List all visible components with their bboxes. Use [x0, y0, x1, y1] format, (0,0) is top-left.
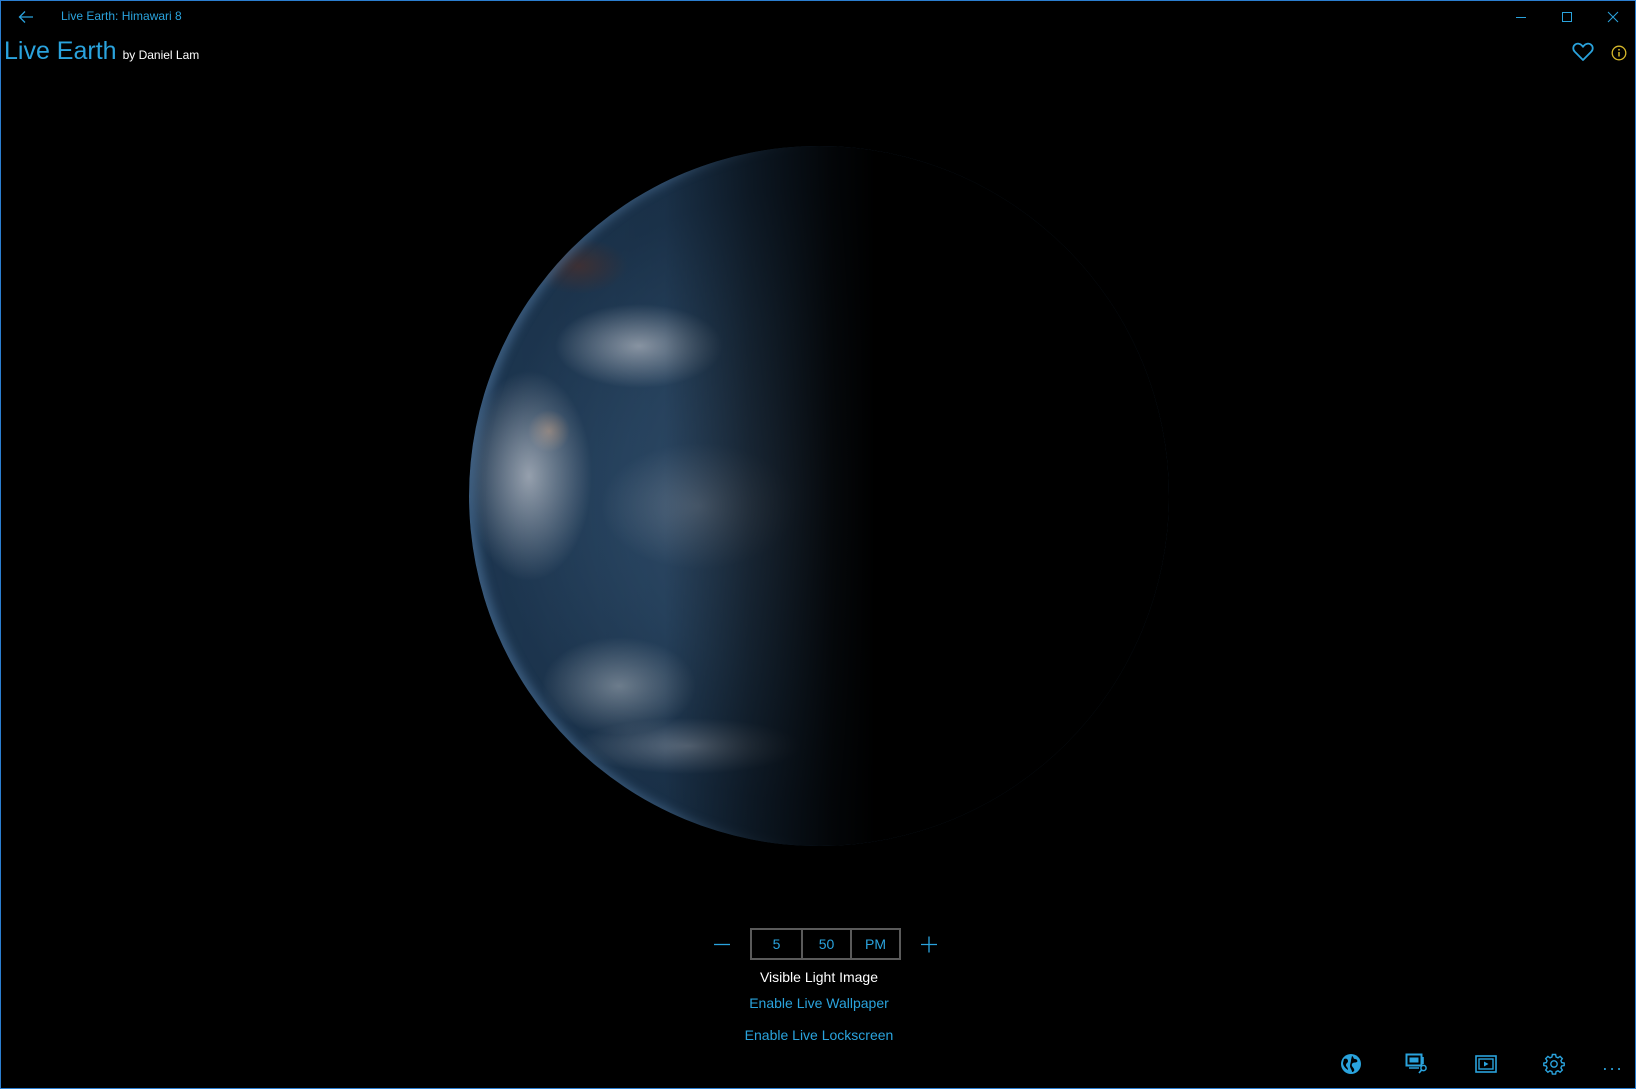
- slideshow-button[interactable]: [1470, 1048, 1502, 1080]
- app-header: Live Earth by Daniel Lam: [4, 37, 199, 66]
- enable-live-wallpaper-link[interactable]: Enable Live Wallpaper: [749, 995, 889, 1011]
- app-byline: by Daniel Lam: [122, 48, 200, 62]
- maximize-icon: [1562, 12, 1572, 22]
- hour-field[interactable]: 5: [752, 930, 801, 958]
- info-icon: [1611, 45, 1627, 61]
- title-bar: Live Earth: Himawari 8: [1, 1, 1635, 33]
- window-title: Live Earth: Himawari 8: [61, 9, 182, 23]
- slideshow-icon: [1475, 1055, 1497, 1073]
- wallpaper-link-row: Enable Live Wallpaper: [1, 995, 1636, 1011]
- gear-icon: [1543, 1053, 1565, 1075]
- decrement-time-button[interactable]: [706, 928, 738, 960]
- period-field[interactable]: PM: [850, 930, 899, 958]
- favorite-button[interactable]: [1568, 39, 1598, 65]
- globe-icon: [1341, 1054, 1361, 1074]
- earth-night-shadow: [469, 146, 1169, 846]
- heart-icon: [1572, 42, 1594, 61]
- app-window: Live Earth: Himawari 8 Live Earth by Dan…: [0, 0, 1636, 1089]
- back-arrow-icon: [18, 11, 33, 23]
- time-picker: 5 50 PM: [706, 927, 945, 961]
- close-button[interactable]: [1590, 1, 1636, 33]
- settings-button[interactable]: [1538, 1048, 1570, 1080]
- back-button[interactable]: [13, 5, 39, 29]
- image-search-button[interactable]: [1401, 1048, 1433, 1080]
- globe-button[interactable]: [1335, 1048, 1367, 1080]
- close-icon: [1607, 11, 1619, 23]
- plus-icon: [921, 936, 937, 953]
- info-button[interactable]: [1607, 41, 1631, 65]
- bottom-app-bar: ...: [1, 1040, 1635, 1088]
- minimize-icon: [1516, 17, 1526, 18]
- minute-field[interactable]: 50: [801, 930, 850, 958]
- more-button[interactable]: ...: [1597, 1048, 1629, 1080]
- time-display: 5 50 PM: [750, 928, 901, 960]
- increment-time-button[interactable]: [913, 928, 945, 960]
- app-name: Live Earth: [4, 37, 117, 65]
- image-search-icon: [1405, 1053, 1427, 1074]
- minus-icon: [714, 943, 730, 946]
- image-type-label: Visible Light Image: [759, 969, 879, 985]
- minimize-button[interactable]: [1498, 1, 1544, 33]
- maximize-button[interactable]: [1544, 1, 1590, 33]
- earth-image: [469, 146, 1169, 846]
